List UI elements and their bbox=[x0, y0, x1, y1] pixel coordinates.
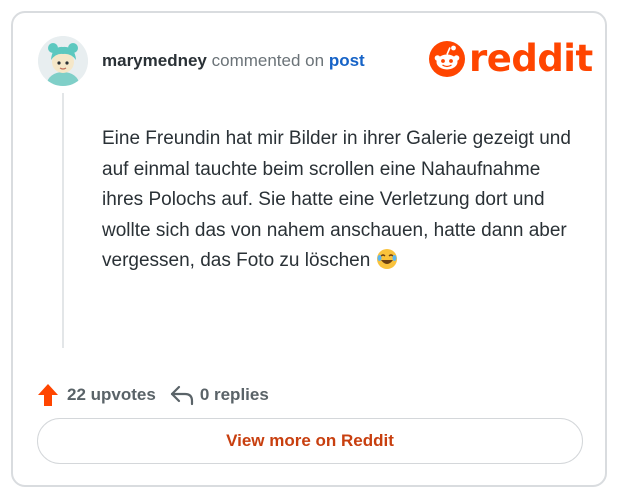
username-link[interactable]: marymedney bbox=[102, 51, 207, 70]
comment-text: Eine Freundin hat mir Bilder in ihrer Ga… bbox=[102, 128, 571, 271]
user-avatar[interactable] bbox=[38, 36, 88, 86]
comment-body: Eine Freundin hat mir Bilder in ihrer Ga… bbox=[102, 124, 572, 281]
post-link[interactable]: post bbox=[329, 51, 365, 70]
reddit-wordmark: reddit bbox=[469, 37, 593, 80]
view-more-on-reddit-button[interactable]: View more on Reddit bbox=[37, 418, 583, 464]
reddit-logo[interactable]: reddit bbox=[429, 39, 593, 79]
comment-header: marymedney commented on post bbox=[102, 51, 365, 71]
reply-count: 0 replies bbox=[199, 385, 269, 404]
face-with-tears-of-joy-icon bbox=[376, 248, 398, 281]
reddit-snoo-icon bbox=[429, 41, 465, 77]
action-text: commented on bbox=[211, 51, 325, 70]
comment-footer: 22 upvotes 0 replies bbox=[37, 381, 269, 409]
embedded-comment-card: marymedney commented on post reddit Eine… bbox=[11, 11, 607, 487]
upvote-count: 22 upvotes bbox=[67, 385, 156, 404]
upvote-arrow-icon[interactable] bbox=[37, 383, 59, 407]
comment-thread-line bbox=[62, 93, 64, 348]
reply-arrow-icon[interactable] bbox=[170, 384, 194, 406]
